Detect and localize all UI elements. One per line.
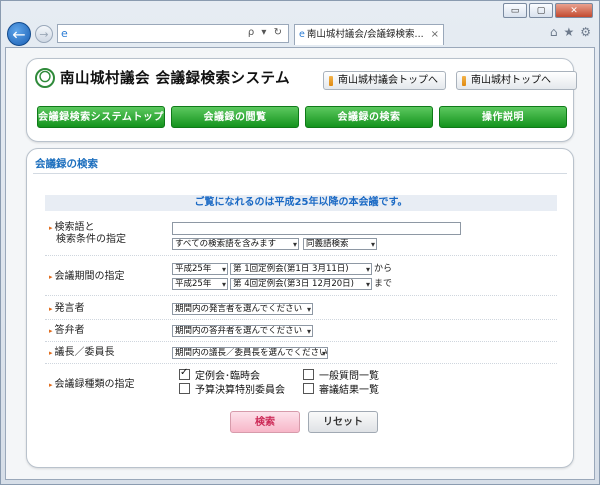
bullet-icon: ▸ — [49, 381, 53, 389]
site-title: 南山城村議会 会議録検索システム — [60, 71, 291, 87]
section-title: 会議録の検索 — [35, 158, 98, 170]
bullet-icon: ▸ — [49, 327, 53, 335]
window-controls: ▭ ▢ ✕ — [503, 3, 593, 18]
checkbox-icon[interactable] — [179, 383, 190, 394]
search-button[interactable]: 検索 — [230, 411, 300, 433]
availability-notice: ご覧になれるのは平成25年以降の本会議です。 — [45, 195, 557, 211]
bullet-icon: ▸ — [49, 273, 53, 281]
nav-search[interactable]: 会議録の検索 — [305, 106, 433, 128]
page-viewport: 〇 南山城村議会 会議録検索システム 南山城村議会トップへ 南山城村トップへ 会… — [5, 47, 595, 480]
council-top-link[interactable]: 南山城村議会トップへ — [323, 71, 446, 90]
back-arrow-icon[interactable]: ← — [7, 22, 31, 46]
speaker-row: ▸ 発言者 期間内の発言者を選んでください — [45, 299, 557, 320]
browser-window: ▭ ▢ ✕ ← → e ρ ▾ ↻ e 南山城村議会/会議録検索... × ⌂ ★… — [0, 0, 600, 485]
checkbox-checked-icon[interactable] — [179, 366, 190, 380]
speaker-label: ▸ 発言者 — [49, 303, 85, 314]
type-option-regular[interactable]: 定例会･臨時会 — [179, 366, 260, 383]
address-tools[interactable]: ρ ▾ ↻ — [248, 27, 284, 38]
period-row: ▸会議期間の指定 平成25年 第 1回定例会(第1日 3月11日) から 平成2… — [45, 259, 557, 296]
nav-help[interactable]: 操作説明 — [439, 106, 567, 128]
type-option-general-questions[interactable]: 一般質問一覧 — [303, 369, 379, 383]
checkbox-icon[interactable] — [303, 383, 314, 394]
checkbox-icon[interactable] — [303, 369, 314, 380]
period-label: ▸ 会議期間の指定 — [49, 271, 125, 282]
home-icon[interactable]: ⌂ — [550, 25, 558, 39]
bullet-icon: ▸ — [49, 305, 53, 313]
site-logo[interactable]: 〇 南山城村議会 会議録検索システム — [35, 67, 290, 88]
keyword-input[interactable] — [172, 222, 461, 235]
maximize-button[interactable]: ▢ — [529, 3, 553, 18]
close-window-button[interactable]: ✕ — [555, 3, 593, 18]
types-label: ▸ 会議録種類の指定 — [49, 379, 135, 390]
synonym-select[interactable]: 同義語検索 — [303, 238, 377, 250]
site-header: 〇 南山城村議会 会議録検索システム 南山城村議会トップへ 南山城村トップへ 会… — [26, 58, 577, 142]
nav-browse[interactable]: 会議録の閲覧 — [171, 106, 299, 128]
gear-icon[interactable]: ⚙ — [580, 25, 591, 39]
reset-button[interactable]: リセット — [308, 411, 378, 433]
ie-page-icon: e — [61, 27, 68, 40]
tab-favicon-icon: e — [299, 29, 305, 40]
bullet-icon: ▸ — [49, 224, 53, 232]
nav-system-top[interactable]: 会議録検索システムトップ — [37, 106, 165, 128]
village-emblem-icon: 〇 — [35, 67, 55, 88]
browser-toolbar: ← → e ρ ▾ ↻ e 南山城村議会/会議録検索... × ⌂ ★ ⚙ — [5, 21, 595, 47]
to-meeting-select[interactable]: 第 4回定例会(第3日 12月20日) — [230, 278, 372, 290]
from-era-select[interactable]: 平成25年 — [172, 263, 228, 275]
from-suffix: から — [374, 264, 393, 274]
chair-select[interactable]: 期間内の議長／委員長を選んでください — [172, 347, 328, 359]
chair-row: ▸ 議長／委員長 期間内の議長／委員長を選んでください — [45, 343, 557, 364]
answerer-select[interactable]: 期間内の答弁者を選んでください — [172, 325, 313, 337]
browser-icons: ⌂ ★ ⚙ — [550, 25, 591, 39]
keyword-condition-select[interactable]: すべての検索語を含みます — [172, 238, 299, 250]
answerer-row: ▸ 答弁者 期間内の答弁者を選んでください — [45, 321, 557, 342]
keyword-label: ▸ 検索語と 検索条件の指定 — [49, 222, 126, 245]
answerer-label: ▸ 答弁者 — [49, 325, 85, 336]
type-option-budget-committee[interactable]: 予算決算特別委員会 — [179, 383, 285, 397]
minimize-button[interactable]: ▭ — [503, 3, 527, 18]
global-nav: 会議録検索システムトップ 会議録の閲覧 会議録の検索 操作説明 — [37, 106, 567, 128]
chair-label: ▸ 議長／委員長 — [49, 347, 115, 358]
browser-tab[interactable]: e 南山城村議会/会議録検索... × — [294, 24, 444, 45]
tab-title: 南山城村議会/会議録検索... — [306, 29, 424, 40]
village-top-link[interactable]: 南山城村トップへ — [456, 71, 577, 90]
forward-arrow-icon[interactable]: → — [35, 25, 53, 43]
star-icon[interactable]: ★ — [563, 25, 574, 39]
keyword-row: ▸検索語と 検索条件の指定 すべての検索語を含みます 同義語検索 — [45, 219, 557, 256]
bullet-icon: ▸ — [49, 349, 53, 357]
type-option-deliberation-results[interactable]: 審議結果一覧 — [303, 383, 379, 397]
tab-close-icon[interactable]: × — [431, 25, 439, 45]
address-bar[interactable]: e ρ ▾ ↻ — [57, 24, 289, 43]
from-meeting-select[interactable]: 第 1回定例会(第1日 3月11日) — [230, 263, 372, 275]
speaker-select[interactable]: 期間内の発言者を選んでください — [172, 303, 313, 315]
to-era-select[interactable]: 平成25年 — [172, 278, 228, 290]
to-suffix: まで — [374, 279, 393, 289]
types-row: ▸会議録種類の指定 定例会･臨時会 一般質問一覧 予算決算特別委員会 審議結果一… — [45, 366, 557, 401]
search-panel: 会議録の検索 ご覧になれるのは平成25年以降の本会議です。 ▸ 検索語と 検索条件… — [26, 148, 574, 468]
section-divider — [33, 173, 567, 174]
